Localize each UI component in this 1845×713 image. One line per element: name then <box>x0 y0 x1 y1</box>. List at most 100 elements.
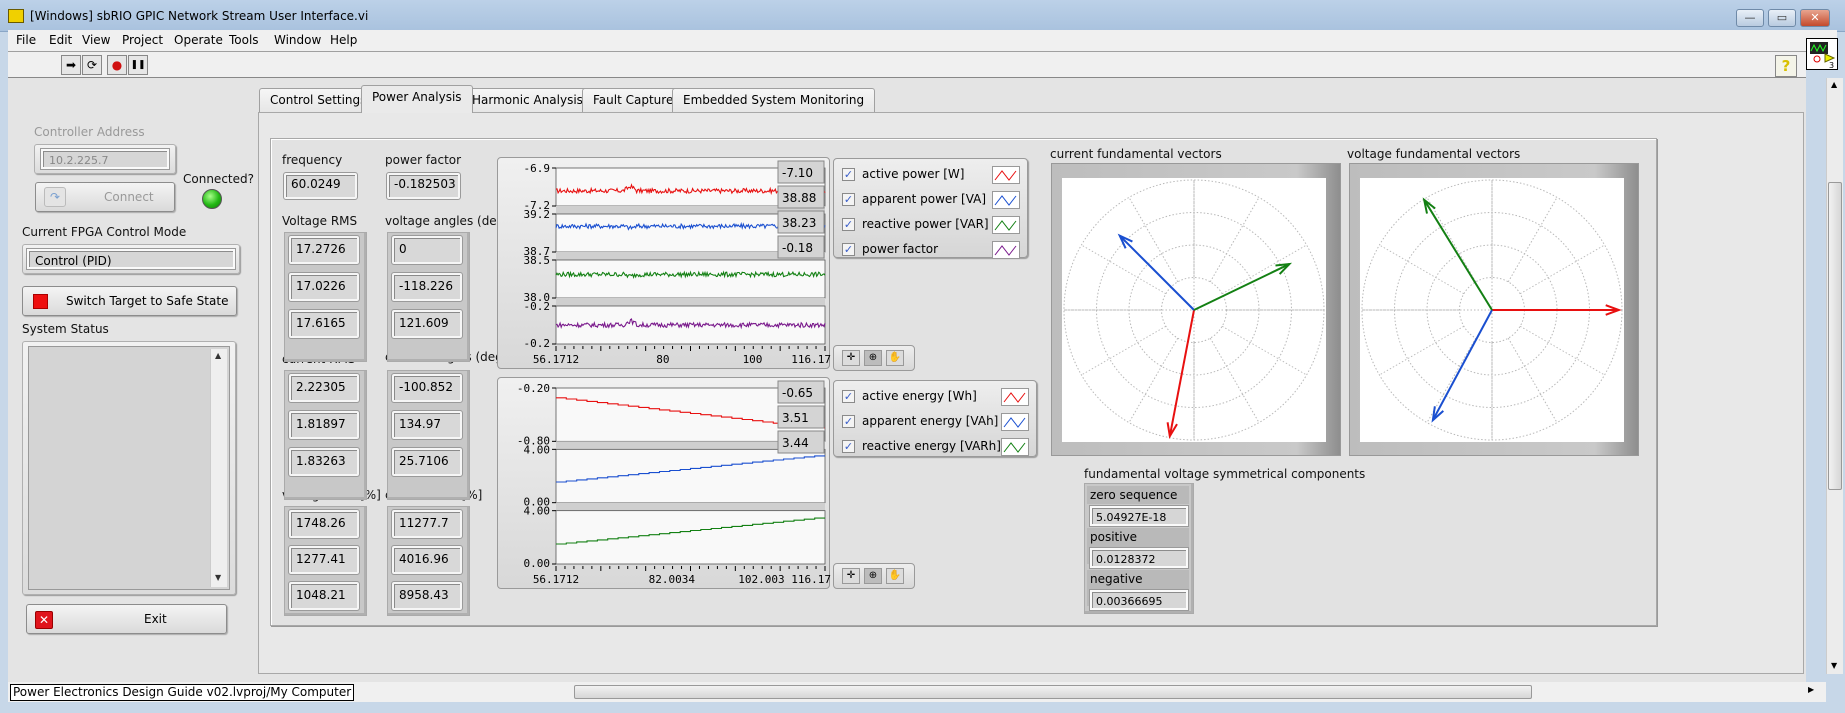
title-bar: [Windows] sbRIO GPIC Network Stream User… <box>0 0 1845 32</box>
legend-label: apparent power [VA] <box>862 192 987 206</box>
run-continuously-icon[interactable]: ⟳ <box>82 55 102 75</box>
negative-sequence-indicator: 0.00366695 <box>1089 589 1189 611</box>
plot-visible-checkbox[interactable]: ✓ <box>842 415 855 428</box>
exit-label: Exit <box>144 612 167 626</box>
menu-window[interactable]: Window <box>274 33 321 47</box>
maximize-button[interactable]: ▭ <box>1768 9 1796 27</box>
connected-led <box>202 189 222 209</box>
menu-operate[interactable]: Operate <box>174 33 223 47</box>
voltage-rms-indicator: 17.2726 <box>288 235 360 265</box>
exit-x-icon: ✕ <box>35 611 53 629</box>
scroll-up-icon[interactable]: ▲ <box>215 351 221 360</box>
frequency-label: frequency <box>282 153 343 167</box>
legend-label: apparent energy [VAh] <box>862 414 999 428</box>
energy-chart-plot: -0.20-0.804.000.004.000.0056.1712 82.0034… <box>517 380 831 586</box>
tab-harmonic-analysis[interactable]: Harmonic Analysis <box>461 88 594 112</box>
scroll-right-icon[interactable]: ▶ <box>1808 685 1814 694</box>
run-arrow-icon[interactable]: ➡ <box>61 55 81 75</box>
current-angles-indicator: 134.97 <box>391 410 463 440</box>
plot-visible-checkbox[interactable]: ✓ <box>842 440 855 453</box>
tab-fault-capture[interactable]: Fault Capture <box>582 88 685 112</box>
plot-visible-checkbox[interactable]: ✓ <box>842 390 855 403</box>
x-tick-label: 102.003 <box>738 573 784 586</box>
y-tick-label: 39.2 <box>524 208 551 221</box>
pause-icon[interactable]: ❚❚ <box>128 55 148 75</box>
menu-view[interactable]: View <box>82 33 110 47</box>
menu-tools[interactable]: Tools <box>229 33 259 47</box>
control-mode-label: Current FPGA Control Mode <box>22 225 187 239</box>
power-graph-palette: ✛ ⊕ ✋ <box>833 345 915 371</box>
pan-tool-icon[interactable]: ✋ <box>886 568 904 584</box>
exit-button[interactable]: ✕ Exit <box>26 604 227 634</box>
plot-area <box>555 510 826 565</box>
voltage-vectors-frame <box>1349 163 1639 456</box>
close-button[interactable]: ✕ <box>1800 9 1830 27</box>
plot-style-swatch[interactable] <box>1001 388 1029 406</box>
cursor-tool-icon[interactable]: ✛ <box>842 568 860 584</box>
red-square-icon <box>33 294 48 309</box>
power-chart[interactable]: -6.9 -7.2 39.2 38.7 38.5 38.0 -0.2 -0.2 56.1712 8… <box>497 157 831 369</box>
y-tick-label: -0.2 <box>524 337 551 350</box>
tab-control-settings[interactable]: Control Settings <box>259 88 378 112</box>
plot-style-swatch[interactable] <box>992 166 1020 184</box>
system-status-textbox[interactable] <box>28 346 230 590</box>
current-vectors-frame <box>1051 163 1341 456</box>
plot-area <box>555 259 826 299</box>
plot-visible-checkbox[interactable]: ✓ <box>842 193 855 206</box>
plot-visible-checkbox[interactable]: ✓ <box>842 168 855 181</box>
tab-power-analysis[interactable]: Power Analysis <box>361 85 473 113</box>
power-chart-plot: -6.9-7.239.238.738.538.0-0.2-0.256.1712 8… <box>524 160 831 366</box>
digital-display: -0.65 <box>777 380 825 404</box>
plot-visible-checkbox[interactable]: ✓ <box>842 218 855 231</box>
plot-style-swatch[interactable] <box>1001 438 1029 456</box>
connect-button[interactable]: ↷ Connect <box>35 182 175 212</box>
plot-style-swatch[interactable] <box>992 241 1020 259</box>
y-tick-label: -0.20 <box>517 382 550 395</box>
energy-legend: ✓ active energy [Wh] ✓ apparent energy [VAh… <box>833 380 1037 457</box>
menu-help[interactable]: Help <box>330 33 357 47</box>
current-vectors-plot <box>1062 178 1326 442</box>
x-tick-label: 100 <box>743 353 763 366</box>
plot-style-swatch[interactable] <box>992 191 1020 209</box>
legend-label: active energy [Wh] <box>862 389 977 403</box>
energy-chart[interactable]: -0.20 -0.80 4.00 0.00 4.00 0.00 56.1712 82.0034… <box>497 377 831 589</box>
scroll-up-icon[interactable]: ▲ <box>1831 80 1837 89</box>
vertical-scroll-thumb[interactable] <box>1828 182 1842 490</box>
zoom-tool-icon[interactable]: ⊕ <box>864 350 882 366</box>
menu-edit[interactable]: Edit <box>49 33 72 47</box>
cursor-tool-icon[interactable]: ✛ <box>842 350 860 366</box>
scroll-down-icon[interactable]: ▼ <box>1831 661 1837 670</box>
zero-sequence-label: zero sequence <box>1087 486 1189 504</box>
zoom-tool-icon[interactable]: ⊕ <box>864 568 882 584</box>
context-help-icon[interactable]: ? <box>1775 55 1797 77</box>
vertical-scrollbar[interactable]: ▲ ▼ <box>1826 78 1843 674</box>
current-thd-indicator: 4016.96 <box>391 545 463 575</box>
voltage-angles-indicator: 0 <box>391 235 463 265</box>
tab-embedded-system-monitoring[interactable]: Embedded System Monitoring <box>672 88 876 112</box>
voltage-angles-indicator: 121.609 <box>391 309 463 339</box>
safe-state-button[interactable]: Switch Target to Safe State <box>22 286 237 316</box>
menu-file[interactable]: File <box>16 33 36 47</box>
zero-sequence-indicator: 5.04927E-18 <box>1089 505 1189 527</box>
digital-display-value: -0.65 <box>782 386 813 400</box>
menu-project[interactable]: Project <box>122 33 163 47</box>
plot-visible-checkbox[interactable]: ✓ <box>842 243 855 256</box>
abort-icon[interactable]: ● <box>107 55 127 75</box>
system-status-scrollbar[interactable]: ▲ ▼ <box>210 349 227 587</box>
plot-style-swatch[interactable] <box>992 216 1020 234</box>
minimize-button[interactable]: — <box>1736 9 1764 27</box>
control-mode-indicator: Control (PID) <box>26 248 236 270</box>
pan-tool-icon[interactable]: ✋ <box>886 350 904 366</box>
scroll-down-icon[interactable]: ▼ <box>215 573 221 582</box>
digital-display-value: 3.44 <box>782 436 809 450</box>
plot-style-swatch[interactable] <box>1001 413 1029 431</box>
digital-display-value: 3.51 <box>782 411 809 425</box>
symmetrical-components-title: fundamental voltage symmetrical componen… <box>1084 467 1366 481</box>
y-tick-label: 4.00 <box>524 443 551 456</box>
digital-display-value: -0.18 <box>782 241 813 255</box>
voltage-rms-indicator: 17.0226 <box>288 272 360 302</box>
window-title: [Windows] sbRIO GPIC Network Stream User… <box>30 9 369 23</box>
digital-display: -0.18 <box>777 235 825 259</box>
controller-address-input[interactable]: 10.2.225.7 <box>40 148 170 170</box>
horizontal-scroll-thumb[interactable] <box>574 685 1532 699</box>
